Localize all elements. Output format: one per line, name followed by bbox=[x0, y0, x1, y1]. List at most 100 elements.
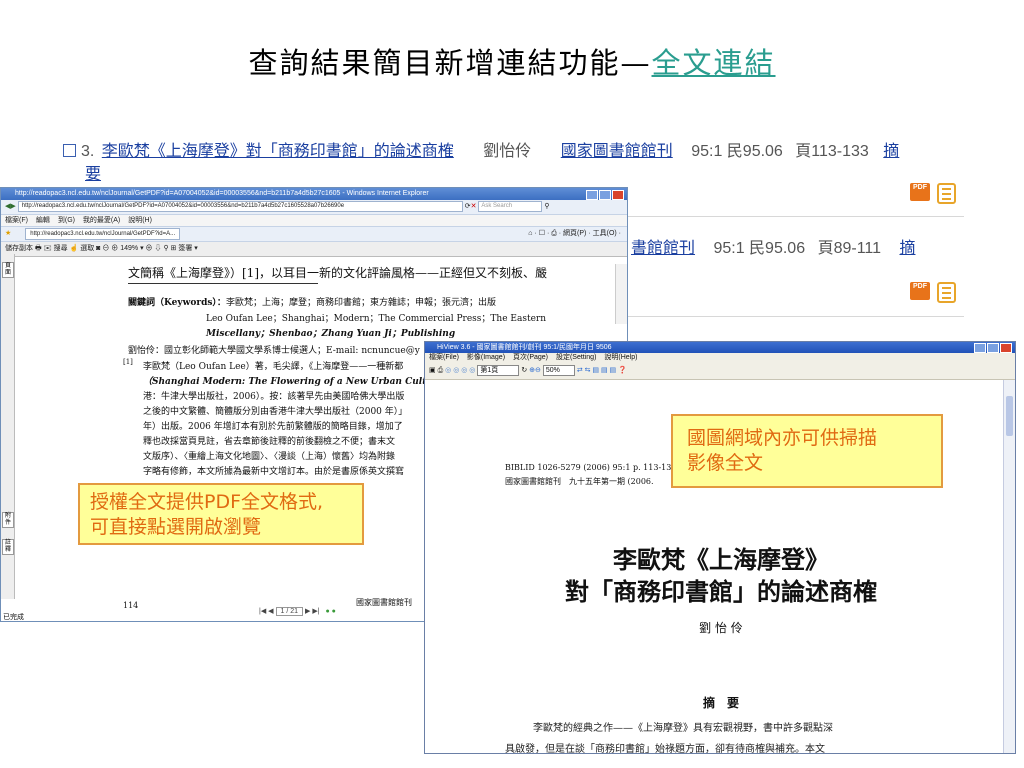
close-button[interactable] bbox=[1000, 343, 1012, 354]
abstract-link[interactable]: 摘 bbox=[899, 240, 915, 257]
result-issue: 95:1 民95.06 bbox=[713, 240, 806, 257]
page-footer: 國家圖書館館刊 bbox=[356, 598, 412, 607]
rotate-icon[interactable]: ↻ bbox=[521, 367, 527, 374]
result-row: 3. 李歐梵《上海摩登》對「商務印書館」的論述商榷 劉怡伶 國家圖書館館刊 95… bbox=[63, 137, 899, 161]
menu-edit[interactable]: 編輯 bbox=[36, 217, 50, 224]
page-select[interactable]: 第1頁 bbox=[477, 365, 520, 376]
result-row: 書館館刊 95:1 民95.06 頁89-111 摘 bbox=[631, 234, 915, 258]
abstract-link-2[interactable]: 要 bbox=[85, 166, 101, 183]
biblid-line: BIBLID 1026-5279 (2006) 95:1 p. 113-133 bbox=[505, 463, 677, 472]
footnote-line: 之後的中文繁體、簡體版分別由香港牛津大學出版社（2000 年）」 bbox=[143, 407, 408, 417]
ie-title-text: http://readopac3.ncl.edu.tw/nclJournal/G… bbox=[15, 190, 429, 197]
result-number: 3. bbox=[81, 143, 95, 160]
footnote-line: 年）出版。2006 年增訂本有別於先前繁體版的簡略目錄，增加了 bbox=[143, 422, 403, 432]
footnote-line: 李歐梵（Leo Oufan Lee）著，毛尖譯，《上海摩登——一種新都 bbox=[143, 362, 404, 372]
footnote-line: 文版序）、〈重繪上海文化地圖〉、〈漫談（上海）懷舊〉均為附錄 bbox=[143, 452, 396, 462]
divider bbox=[128, 283, 318, 284]
scan-title-line2: 對「商務印書館」的論述商榷 bbox=[565, 577, 877, 606]
divider bbox=[628, 316, 964, 317]
maximize-button[interactable] bbox=[987, 343, 999, 354]
slide-title: 查詢結果簡目新增連結功能—全文連結 bbox=[0, 40, 1024, 82]
hiview-title-bar: HiView 3.6 - 國家圖書館館刊/創刊 95:1/民國年月日 9506 bbox=[425, 342, 1015, 354]
journal-line: 國家圖書館館刊 九十五年第一期 (2006. bbox=[505, 477, 654, 486]
hiview-scrollbar[interactable] bbox=[1003, 380, 1015, 753]
acrobat-toolbar: 儲存副本 🖶 ✉ 搜尋 ☝ 選取 ◙ ⊖ ⊕ 149% ▾ ⊕ ⇩ ⚲ ⊞ 簽署… bbox=[1, 242, 627, 257]
minimize-button[interactable] bbox=[586, 190, 598, 201]
page-number: 114 bbox=[123, 601, 139, 610]
close-button[interactable] bbox=[612, 190, 624, 201]
footnote-line: 釋也改採當頁見註，省去章節後註釋的前後翻檢之不便；書末文 bbox=[143, 437, 396, 447]
maximize-button[interactable] bbox=[599, 190, 611, 201]
search-icon[interactable]: ⚲ bbox=[544, 203, 549, 210]
document-icon[interactable] bbox=[937, 282, 956, 303]
callout-line: 國圖網域內亦可供掃描 bbox=[687, 427, 878, 449]
pdf-icon[interactable]: PDF bbox=[910, 282, 930, 300]
menu-page[interactable]: 頁次(Page) bbox=[513, 354, 548, 361]
tab-attachments[interactable]: 附件 bbox=[2, 512, 14, 528]
nav-icons[interactable]: ◎ ◎ ◎ ◎ bbox=[445, 367, 475, 374]
last-page-icon[interactable]: ▶| bbox=[312, 608, 319, 615]
abstract-link-continued[interactable]: 要 bbox=[85, 160, 101, 184]
zoom-out-icon[interactable]: ⊖ bbox=[535, 367, 541, 374]
hiview-window: HiView 3.6 - 國家圖書館館刊/創刊 95:1/民國年月日 9506 … bbox=[424, 341, 1016, 754]
scan-title-line1: 李歐梵《上海摩登》 bbox=[613, 545, 829, 574]
address-input[interactable]: http://readopac3.ncl.edu.tw/nclJournal/G… bbox=[17, 200, 463, 212]
search-input[interactable]: Ask Search bbox=[478, 200, 543, 212]
callout-line: 可直接點選開啟瀏覽 bbox=[90, 516, 262, 538]
footnote-line: 字略有修飾，本文所據為最新中文增訂本。由於是書原係英文撰寫 bbox=[143, 467, 405, 477]
zoom-select[interactable]: 50% bbox=[542, 365, 575, 376]
result-title-link[interactable]: 李歐梵《上海摩登》對「商務印書館」的論述商榷 bbox=[102, 143, 454, 160]
page-tools-icons[interactable]: ⇄ ⇆ ▤ ▤ ▤ bbox=[577, 367, 616, 374]
document-icon[interactable] bbox=[937, 183, 956, 204]
menu-file[interactable]: 檔案(F) bbox=[5, 217, 28, 224]
menu-help[interactable]: 說明(Help) bbox=[604, 354, 637, 361]
menu-favorites[interactable]: 我的最愛(A) bbox=[83, 217, 120, 224]
result-journal-link[interactable]: 書館館刊 bbox=[631, 240, 695, 257]
pdf-icon[interactable]: PDF bbox=[910, 183, 930, 201]
scrollbar-thumb[interactable] bbox=[1006, 396, 1013, 436]
result-journal-link[interactable]: 國家圖書館館刊 bbox=[561, 143, 673, 160]
stop-icon[interactable]: ✕ bbox=[471, 203, 477, 210]
result-checkbox[interactable] bbox=[63, 144, 76, 157]
callout-line: 授權全文提供PDF全文格式, bbox=[90, 491, 324, 513]
next-page-icon[interactable]: ▶ bbox=[305, 608, 310, 615]
tab-current[interactable]: http://readopac3.ncl.edu.tw/nclJournal/G… bbox=[25, 228, 181, 240]
prev-page-icon[interactable]: ◀ bbox=[268, 608, 273, 615]
menu-help[interactable]: 說明(H) bbox=[128, 217, 152, 224]
pdf-line: 文簡稱《上海摩登》）[1]，以耳目一新的文化評論風格——正經但又不刻板、嚴 bbox=[128, 266, 548, 280]
favorites-star-icon[interactable]: ★ bbox=[5, 230, 11, 237]
tab-comments[interactable]: 註釋 bbox=[2, 539, 14, 555]
back-view-icon[interactable]: ● bbox=[325, 608, 329, 615]
scan-abstract-heading: 摘 要 bbox=[702, 696, 739, 710]
result-pages: 頁89-111 bbox=[817, 240, 882, 257]
ie-scrollbar[interactable] bbox=[615, 264, 627, 324]
menu-setting[interactable]: 設定(Setting) bbox=[556, 354, 596, 361]
menu-image[interactable]: 影像(Image) bbox=[467, 354, 505, 361]
result-issue: 95:1 民95.06 bbox=[691, 143, 783, 160]
pdf-page-nav: |◀ ◀ 1 / 21 ▶ ▶| ● ● bbox=[259, 607, 336, 616]
page-indicator[interactable]: 1 / 21 bbox=[275, 607, 304, 616]
tab-pages[interactable]: 頁面 bbox=[2, 262, 14, 278]
hiview-toolbar: ▣ ⎙ ◎ ◎ ◎ ◎ 第1頁 ↻ ⊕⊖ 50% ⇄ ⇆ ▤ ▤ ▤ ❓ bbox=[425, 363, 1015, 380]
print-icon[interactable]: ⎙ bbox=[438, 367, 444, 374]
scan-callout: 國圖網域內亦可供掃描 影像全文 bbox=[671, 414, 943, 488]
forward-icon[interactable]: ▶ bbox=[10, 203, 15, 210]
scan-author: 劉 怡 伶 bbox=[699, 621, 743, 635]
save-icon[interactable]: ▣ bbox=[429, 367, 436, 374]
menu-file[interactable]: 檔案(File) bbox=[429, 354, 459, 361]
menu-goto[interactable]: 到(G) bbox=[58, 217, 75, 224]
forward-view-icon[interactable]: ● bbox=[332, 608, 336, 615]
abstract-link[interactable]: 摘 bbox=[883, 143, 899, 160]
divider bbox=[628, 216, 964, 217]
first-page-icon[interactable]: |◀ bbox=[259, 608, 266, 615]
keywords-line: 關鍵詞（Keywords）：李歐梵；上海；摩登；商務印書館；東方雜誌；申報；張元… bbox=[128, 298, 496, 308]
title-link[interactable]: 全文連結 bbox=[652, 46, 776, 80]
hiview-menu-bar: 檔案(File) 影像(Image) 頁次(Page) 設定(Setting) … bbox=[425, 353, 1015, 363]
help-icon[interactable]: ❓ bbox=[618, 367, 627, 374]
ie-address-bar: ◀▶ http://readopac3.ncl.edu.tw/nclJourna… bbox=[1, 200, 627, 215]
acrobat-tools[interactable]: 儲存副本 🖶 ✉ 搜尋 ☝ 選取 ◙ ⊖ ⊕ 149% ▾ ⊕ ⇩ ⚲ ⊞ 簽署… bbox=[5, 245, 198, 252]
ie-right-toolbar[interactable]: ⌂ · ☐ · ⎙ · 網頁(P) · 工具(O) · bbox=[528, 227, 621, 241]
minimize-button[interactable] bbox=[974, 343, 986, 354]
ie-title-bar: http://readopac3.ncl.edu.tw/nclJournal/G… bbox=[1, 188, 627, 201]
hiview-title-text: HiView 3.6 - 國家圖書館館刊/創刊 95:1/民國年月日 9506 bbox=[437, 344, 612, 351]
